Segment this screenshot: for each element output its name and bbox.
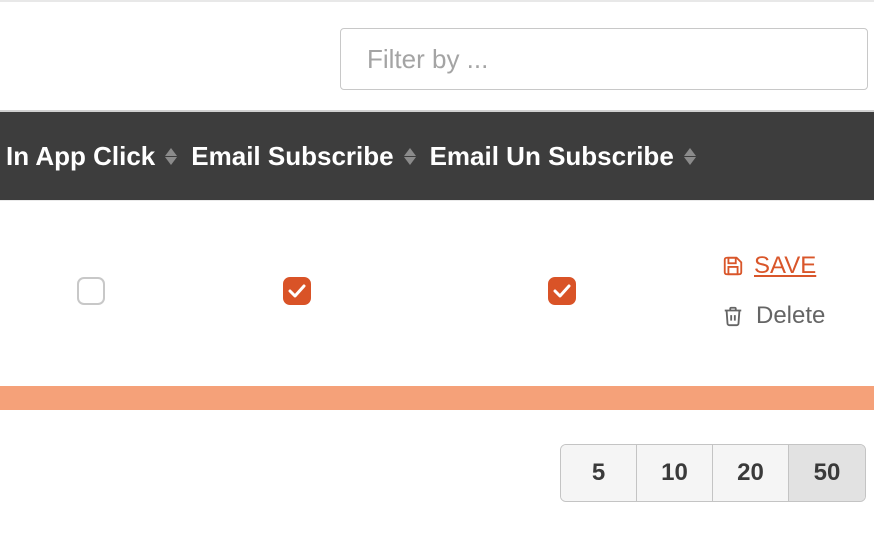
column-header-in-app-click[interactable]: In App Click — [6, 141, 177, 172]
checkbox-email-subscribe[interactable] — [283, 277, 311, 305]
page-size-10[interactable]: 10 — [637, 445, 713, 501]
save-button[interactable]: SAVE — [722, 252, 816, 280]
column-header-email-unsubscribe[interactable]: Email Un Subscribe — [430, 141, 696, 172]
delete-label: Delete — [756, 302, 825, 330]
filter-input[interactable] — [340, 28, 868, 90]
sort-icon — [404, 148, 416, 165]
save-label: SAVE — [754, 252, 816, 280]
column-label: Email Un Subscribe — [430, 141, 674, 172]
progress-bar — [0, 386, 874, 410]
column-label: Email Subscribe — [191, 141, 393, 172]
page-size-20[interactable]: 20 — [713, 445, 789, 501]
checkbox-in-app-click[interactable] — [77, 277, 105, 305]
filter-bar — [0, 2, 874, 110]
sort-icon — [684, 148, 696, 165]
table-row: SAVE Delete — [0, 200, 874, 380]
checkbox-email-unsubscribe[interactable] — [548, 277, 576, 305]
delete-button[interactable]: Delete — [722, 302, 825, 330]
column-header-email-subscribe[interactable]: Email Subscribe — [191, 141, 415, 172]
page-size-5[interactable]: 5 — [561, 445, 637, 501]
save-icon — [722, 255, 744, 277]
table-header: In App Click Email Subscribe Email Un Su… — [0, 110, 874, 200]
page-size-selector: 5 10 20 50 — [0, 410, 874, 502]
sort-icon — [165, 148, 177, 165]
page-size-50[interactable]: 50 — [789, 445, 865, 501]
trash-icon — [722, 304, 744, 328]
column-label: In App Click — [6, 141, 155, 172]
